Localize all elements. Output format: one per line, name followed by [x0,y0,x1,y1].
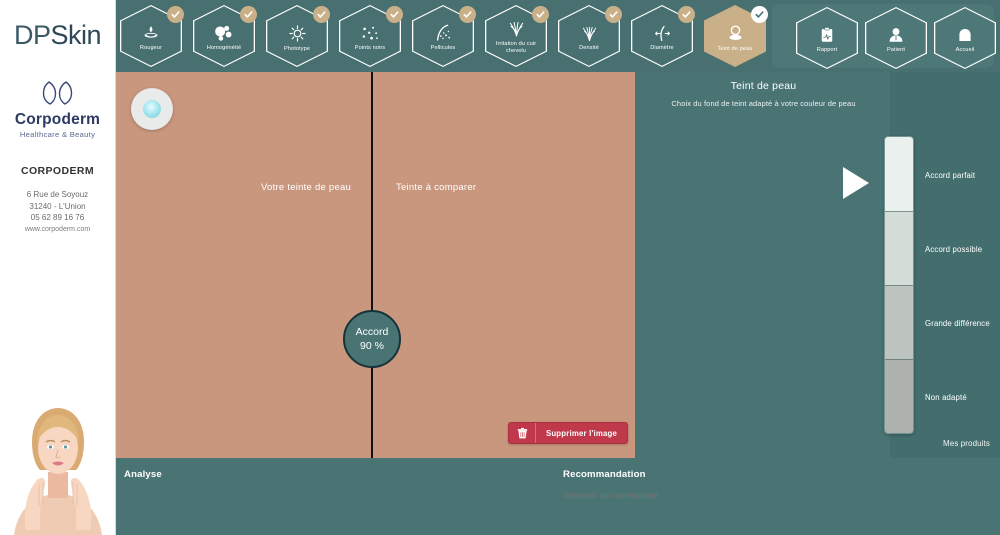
check-badge-icon [313,6,330,23]
label-your-skin-tone: Votre teinte de peau [261,182,352,193]
panel-title: Teint de peau [730,80,797,92]
nav-button-accueil[interactable]: Accueil [934,7,996,69]
nav-tab-points-noirs[interactable]: Points noirs [339,5,403,67]
scale-label-accord-possible: Accord possible [925,245,983,254]
check-badge-icon [751,6,768,23]
recommendation-comment-input[interactable] [563,491,863,500]
sidebar: DPSkin Corpoderm Healthcare & Beauty COR… [0,0,116,535]
check-badge-icon [532,6,549,23]
bottom-bar: Analyse Recommandation [116,458,1000,535]
woman-face-illustration [6,398,110,535]
brand-name: Corpoderm [14,111,101,128]
scalp-icon [509,22,523,37]
accord-label: Accord [355,326,389,338]
blobs-icon [215,26,232,41]
check-badge-icon [678,6,695,23]
nav-tab-label: Teint de peau [717,45,753,52]
main-canvas: Votre teinte de peau Teinte à comparer A… [116,72,1000,535]
skin-swatch-compare-tone[interactable] [373,72,635,458]
nav-tab-label: Homogénéité [206,45,242,52]
top-navigation: Rougeur Homogénéité Phototype Points noi… [116,0,1000,72]
check-badge-icon [605,6,622,23]
scale-label-accord-parfait: Accord parfait [925,171,976,180]
sun-icon [288,24,306,42]
nav-button-label: Accueil [955,47,975,54]
recommendation-title: Recommandation [563,469,646,480]
accord-score-badge[interactable]: Accord 90 % [343,310,401,368]
scale-segment-non-adapte[interactable] [885,359,913,433]
nav-button-label: Patient [886,47,906,54]
clinic-address: 6 Rue de Soyouz 31240 - L'Union 05 62 89… [25,189,90,235]
app-title-prefix: DP [13,20,51,50]
delete-image-label: Supprimer l'image [545,428,618,438]
skin-swatch-your-tone[interactable] [116,72,371,458]
flakes-icon [436,24,450,41]
diameter-icon [654,25,670,41]
clipboard-report-icon [821,27,833,42]
brand-logo: Corpoderm Healthcare & Beauty [15,79,100,139]
light-bulb-icon [143,100,161,118]
check-badge-icon [386,6,403,23]
nav-tab-irritation-cuir-chevelu[interactable]: Irritation du cuir chevelu [485,5,549,67]
light-toggle-button[interactable] [131,88,173,130]
dots-icon [362,26,378,40]
nav-tab-diametre[interactable]: Diamètre [631,5,695,67]
nav-tab-teint-de-peau[interactable]: Teint de peau [704,5,768,67]
delete-image-button[interactable]: Supprimer l'image [508,422,628,444]
petals-icon [42,81,72,105]
skin-comparison-area: Votre teinte de peau Teinte à comparer A… [116,72,635,458]
match-scale-bar[interactable] [884,136,914,434]
scale-segment-accord-possible[interactable] [885,211,913,285]
nav-tab-label: Pellicules [430,45,456,52]
nav-button-patient[interactable]: Patient [865,7,927,69]
clinic-name: CORPODERM [20,165,95,178]
clinic-phone: 05 62 89 16 76 [30,213,85,223]
nav-button-rapport[interactable]: Rapport [796,7,858,69]
nav-tab-label: Rougeur [139,45,163,52]
check-badge-icon [167,6,184,23]
teint-de-peau-panel: Teint de peau Choix du fond de teint ada… [635,72,1000,458]
compact-powder-icon [729,25,741,40]
home-icon [959,29,971,42]
nav-right-group: Rapport Patient Accueil [772,4,996,69]
nav-tab-label: Irritation du cuir chevelu [495,41,537,54]
nav-tab-label: Densité [579,44,599,51]
check-badge-icon [459,6,476,23]
nav-tab-phototype[interactable]: Phototype [266,5,330,67]
nav-tab-densite[interactable]: Densité [558,5,622,67]
user-icon [889,28,903,42]
nav-button-label: Rapport [816,47,838,54]
nav-tab-label: Points noirs [354,44,386,51]
app-title: DPSkin [13,20,102,51]
brand-tagline: Healthcare & Beauty [19,130,96,140]
skin-divider [371,72,373,458]
scale-label-non-adapte: Non adapté [925,393,967,402]
nav-tab-label: Phototype [283,45,311,52]
scale-segment-accord-parfait[interactable] [885,137,913,211]
analyse-title: Analyse [124,469,162,480]
nav-tab-rougeur[interactable]: Rougeur [120,5,184,67]
address-line-1: 6 Rue de Soyouz [26,190,89,200]
app-title-suffix: Skin [50,20,102,50]
density-icon [582,26,596,41]
check-badge-icon [240,6,257,23]
hero-face-photo [6,398,110,535]
scale-segment-grande-difference[interactable] [885,285,913,359]
accord-value: 90 % [360,340,384,352]
nav-tab-pellicules[interactable]: Pellicules [412,5,476,67]
address-line-2: 31240 - L'Union [29,201,86,211]
my-products-link[interactable]: Mes produits [943,439,990,448]
nav-tab-label: Diamètre [650,44,674,51]
label-compare-skin-tone: Teinte à comparer [396,182,477,193]
panel-subtitle: Choix du fond de teint adapté à votre co… [671,99,856,108]
trash-icon-wrapper [509,423,536,443]
clinic-website[interactable]: www.corpoderm.com [25,225,90,235]
selection-marker-triangle-icon[interactable] [843,167,869,199]
trash-icon [517,427,527,438]
flame-icon [144,26,158,38]
scale-label-grande-difference: Grande différence [925,319,990,328]
nav-tab-homogeneite[interactable]: Homogénéité [193,5,257,67]
